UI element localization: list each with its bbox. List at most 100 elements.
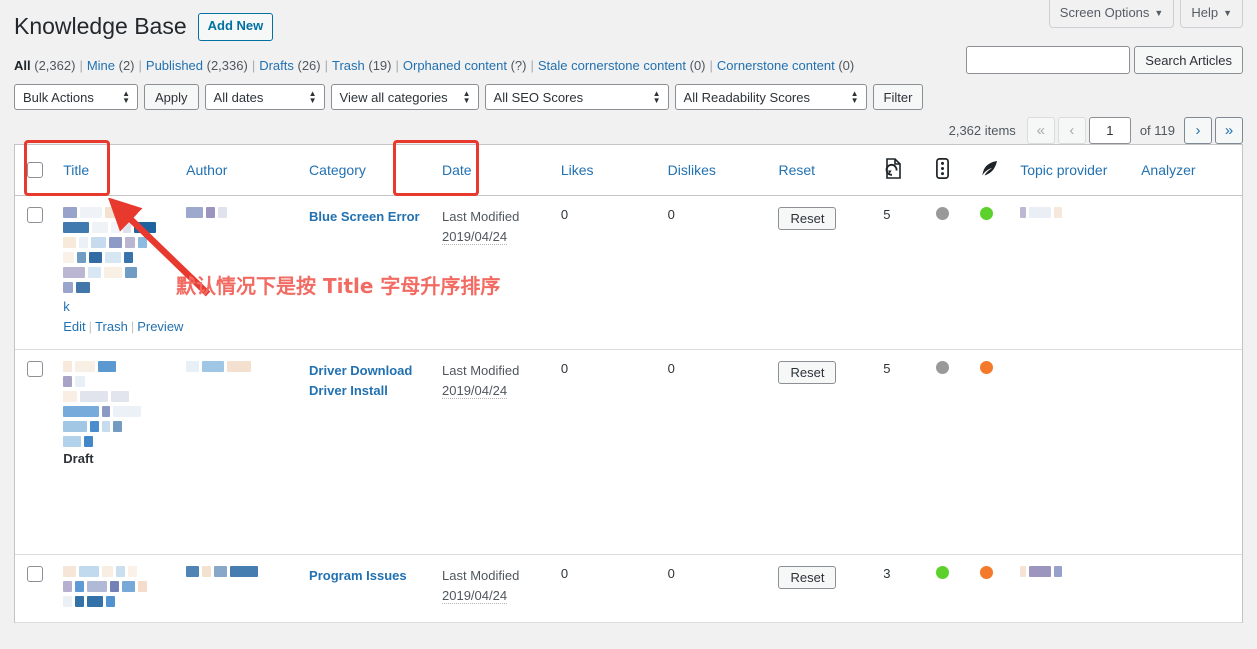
column-header-topic-provider[interactable]: Topic provider [1010,145,1132,196]
row-action-preview[interactable]: Preview [137,319,183,334]
categories-select[interactable]: View all categories ▲ ▼ [330,84,479,110]
row-select-cell [15,554,54,624]
column-header-reset[interactable]: Reset [768,145,874,196]
all-dates-select[interactable]: All dates ▲ ▼ [204,84,325,110]
select-all-header [15,145,54,196]
select-all-checkbox[interactable] [27,162,43,179]
current-page-input[interactable] [1088,117,1131,144]
column-header-import-export[interactable] [873,145,926,196]
column-header-date[interactable]: Date [432,145,551,196]
screen-options-button[interactable]: Screen Options ▼ [1048,0,1175,29]
category-cell: Driver Download Driver Install [299,349,433,556]
view-link-drafts[interactable]: Drafts [259,58,294,73]
views-separator: | [251,58,256,73]
reset-cell: Reset [768,195,874,351]
prev-page-button[interactable]: ‹ [1057,117,1086,144]
column-header-feather[interactable] [969,145,1011,196]
view-link-cornerstone-content[interactable]: Cornerstone content [717,58,835,73]
analyzer-cell [1131,195,1242,351]
pagination: 2,362 items « ‹ of 119 › » [949,117,1243,144]
view-link-orphaned-content[interactable]: Orphaned content [403,58,507,73]
dislikes-cell: 0 [657,195,769,351]
title-cell[interactable] [53,554,177,624]
category-link[interactable]: Driver Install [309,381,422,401]
readability-score-dot [979,361,993,375]
seo-score-dot [935,566,949,580]
table-row: Program Issues Last Modified 2019/04/24 0 0 R… [15,554,1242,624]
reset-button[interactable]: Reset [778,206,837,230]
seo-scores-select[interactable]: All SEO Scores ▲ ▼ [484,84,669,110]
row-actions: k Edit | Trash | Preview [63,297,183,339]
category-link[interactable]: Program Issues [309,566,422,586]
column-header-dislikes[interactable]: Dislikes [657,145,769,196]
row-select-cell [15,349,54,556]
select-arrows-icon: ▲ ▼ [652,89,661,105]
redacted-text [186,361,289,373]
filter-button[interactable]: Filter [872,84,924,110]
row-checkbox[interactable] [27,206,43,223]
search-input[interactable] [966,46,1131,74]
column-header-category[interactable]: Category [299,145,433,196]
import-count-cell: 5 [873,195,926,351]
column-label-likes: Likes [560,161,594,178]
view-link-trash[interactable]: Trash [332,58,365,73]
date-label: Last Modified [442,568,520,584]
articles-table: Title Author Category Date Likes Dislike… [14,144,1243,624]
filter-toolbar: Bulk Actions ▲ ▼ Apply All dates ▲ ▼ View … [14,84,924,110]
row-checkbox[interactable] [27,566,43,583]
search-articles-button[interactable]: Search Articles [1134,46,1243,74]
chevron-down-icon: ▼ [1223,8,1232,18]
bulk-actions-value: Bulk Actions [23,89,94,105]
add-new-button[interactable]: Add New [197,13,274,41]
view-link-stale-cornerstone-content[interactable]: Stale cornerstone content [538,58,686,73]
readability-scores-select[interactable]: All Readability Scores ▲ ▼ [674,84,867,110]
author-cell [176,349,300,556]
column-header-likes[interactable]: Likes [550,145,658,196]
column-header-analyzer[interactable]: Analyzer [1131,145,1242,196]
view-link-all[interactable]: All [14,58,31,73]
view-count: (0) [686,58,706,73]
last-page-button[interactable]: » [1215,117,1243,144]
first-page-button[interactable]: « [1026,117,1055,144]
table-header-row: Title Author Category Date Likes Dislike… [15,145,1242,196]
view-link-published[interactable]: Published [146,58,203,73]
row-action-trash[interactable]: Trash [95,319,128,334]
bulk-actions-select[interactable]: Bulk Actions ▲ ▼ [14,84,138,110]
likes-cell: 0 [550,349,658,556]
column-header-vertical-dots[interactable] [925,145,970,196]
redacted-text [1020,566,1121,578]
import-count-cell: 3 [873,554,926,624]
category-link[interactable]: Blue Screen Error [309,207,422,227]
seo-scores-value: All SEO Scores [493,89,584,105]
author-cell [176,554,300,624]
date-value: 2019/04/24 [442,588,508,605]
views-separator: | [530,58,534,73]
reset-button[interactable]: Reset [778,566,837,590]
reset-cell: Reset [768,554,874,624]
next-page-button[interactable]: › [1184,117,1212,144]
title-cell[interactable]: Draft [53,349,177,556]
view-link-mine[interactable]: Mine [87,58,115,73]
apply-button[interactable]: Apply [144,84,199,110]
category-link[interactable]: Driver Download [309,361,422,381]
redacted-text [63,566,166,608]
all-dates-value: All dates [213,89,264,105]
row-action-k-edit[interactable]: k Edit [63,299,85,335]
column-label-analyzer: Analyzer [1141,161,1196,178]
column-header-title[interactable]: Title [53,145,177,196]
column-header-author[interactable]: Author [176,145,300,196]
view-count: (26) [293,58,321,73]
row-checkbox[interactable] [27,361,43,378]
reset-button[interactable]: Reset [778,361,837,385]
redacted-text [63,361,166,448]
redacted-text [1020,206,1121,218]
seo-score-cell [925,554,970,624]
dislikes-cell: 0 [657,554,769,624]
title-cell[interactable]: k Edit | Trash | Preview [53,195,183,351]
seo-score-cell [925,195,970,351]
topic-provider-cell [1010,554,1132,624]
column-label-title: Title [63,161,90,178]
likes-cell: 0 [550,195,658,351]
table-row: Draft Driver Download Driver Install Last M… [15,349,1242,556]
help-button[interactable]: Help ▼ [1180,0,1243,29]
